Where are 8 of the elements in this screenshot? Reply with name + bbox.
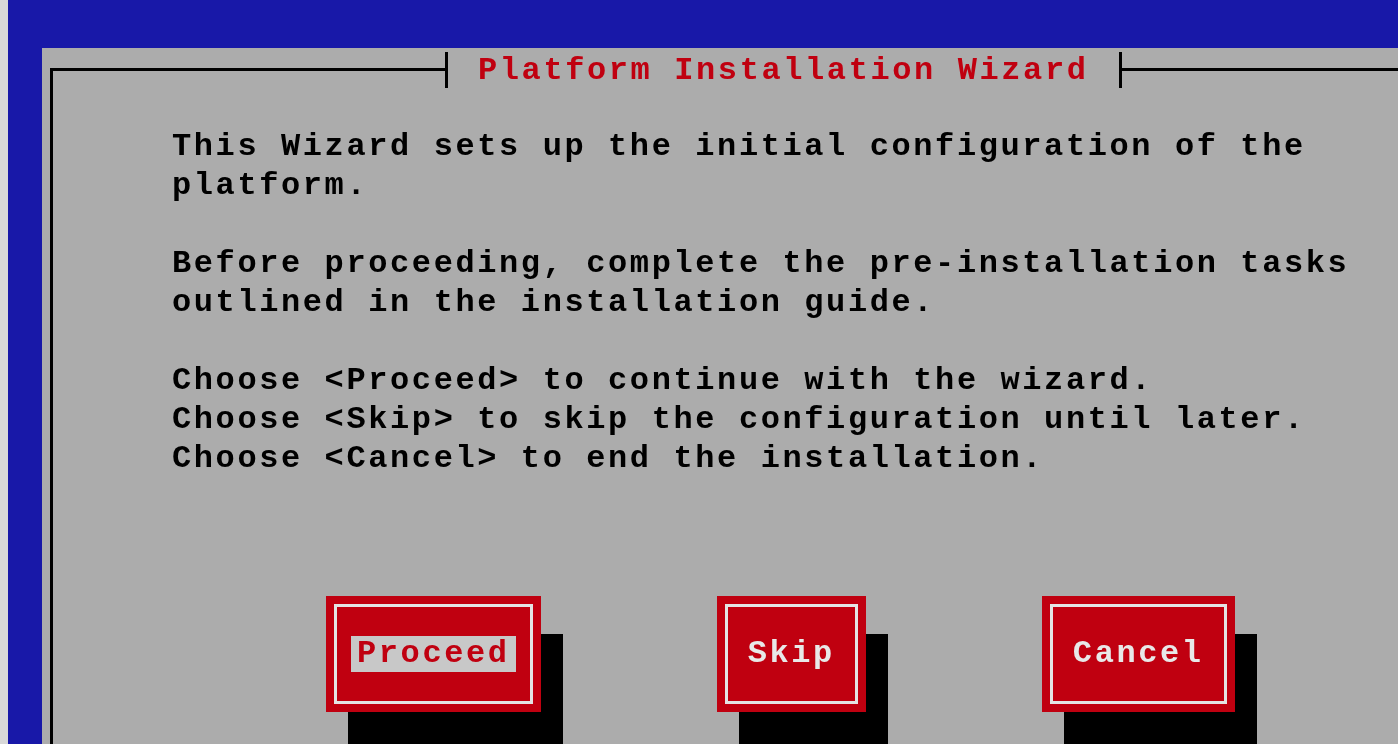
- instruction-text: Choose <Proceed> to continue with the wizard.: [172, 361, 1155, 400]
- instruction-text: platform.: [172, 166, 370, 205]
- dialog-title: Platform Installation Wizard: [445, 52, 1122, 88]
- instruction-text: This Wizard sets up the initial configuration of the: [172, 127, 1307, 166]
- instruction-text: outlined in the installation guide.: [172, 283, 937, 322]
- instruction-text: Choose <Cancel> to end the installation.: [172, 439, 1046, 478]
- instruction-text: Choose <Skip> to skip the configuration until later.: [172, 400, 1307, 439]
- instruction-text: Before proceeding, complete the pre-installation tasks: [172, 244, 1351, 283]
